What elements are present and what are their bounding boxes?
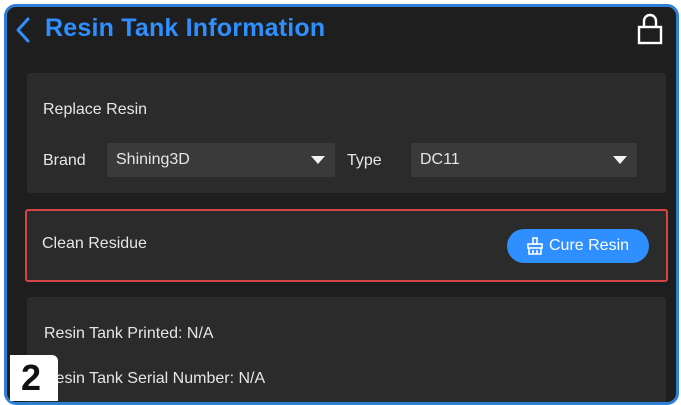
type-label: Type [347, 152, 382, 169]
replace-resin-card: Replace Resin Brand Shining3D Type DC11 [27, 73, 666, 193]
type-dropdown[interactable]: DC11 [411, 143, 637, 177]
caret-down-icon [311, 156, 325, 164]
header: Resin Tank Information [7, 7, 676, 51]
clean-residue-card: Clean Residue Cure Resin [25, 209, 668, 282]
broom-icon [527, 237, 543, 255]
brand-label: Brand [43, 152, 86, 169]
clean-residue-label: Clean Residue [42, 235, 147, 252]
step-number-badge: 2 [10, 355, 58, 401]
page-title: Resin Tank Information [45, 14, 326, 42]
lock-icon[interactable] [636, 13, 664, 45]
app-window: Resin Tank Information Replace Resin Bra… [4, 4, 679, 405]
brand-dropdown[interactable]: Shining3D [107, 143, 335, 177]
brand-value: Shining3D [116, 151, 190, 168]
tank-serial-text: Resin Tank Serial Number: N/A [44, 370, 266, 387]
chevron-left-icon[interactable] [13, 16, 33, 44]
cure-resin-label: Cure Resin [549, 237, 630, 254]
caret-down-icon [613, 156, 627, 164]
tank-info-card: Resin Tank Printed: N/A Resin Tank Seria… [27, 297, 666, 402]
tank-printed-text: Resin Tank Printed: N/A [44, 325, 214, 342]
replace-resin-title: Replace Resin [43, 101, 148, 118]
type-value: DC11 [420, 151, 460, 168]
cure-resin-button[interactable]: Cure Resin [507, 229, 649, 263]
step-number: 2 [21, 357, 42, 398]
